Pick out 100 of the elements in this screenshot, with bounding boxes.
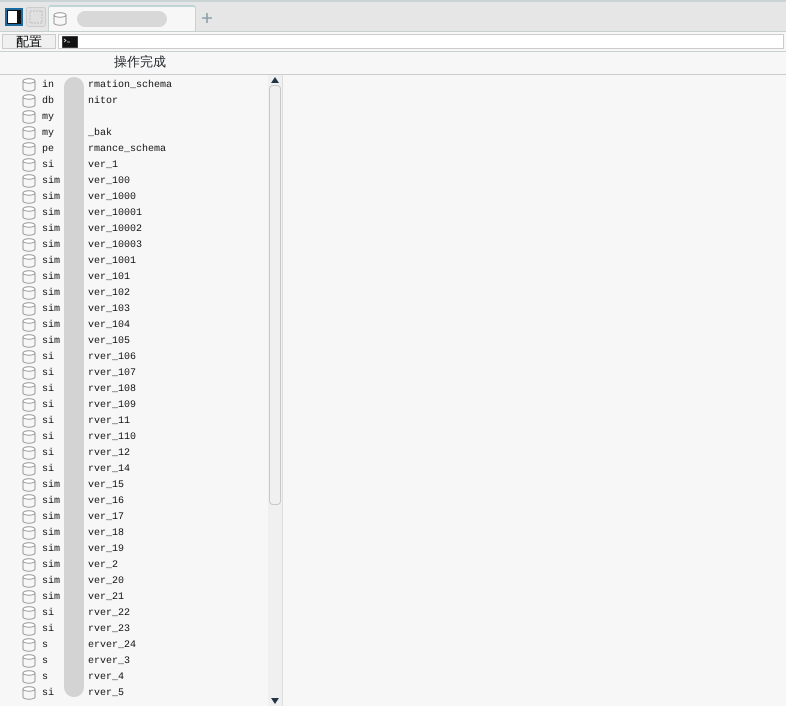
database-name[interactable]: sim [42,272,60,282]
database-name[interactable]: rver_107 [88,366,136,380]
database-name[interactable]: in [42,80,54,90]
database-name[interactable]: sim [42,320,60,330]
database-name[interactable]: si [42,160,54,170]
database-name[interactable]: ver_10001 [88,206,142,220]
database-icon [22,350,36,364]
database-name[interactable]: rver_12 [88,446,130,460]
database-name[interactable]: rmation_schema [88,78,172,92]
database-name[interactable]: ver_10002 [88,222,142,236]
database-icon [22,526,36,540]
database-name[interactable]: ver_101 [88,270,130,284]
database-name[interactable]: sim [42,208,60,218]
database-icon [22,126,36,140]
database-name[interactable]: sim [42,256,60,266]
database-name[interactable]: ver_1000 [88,190,136,204]
database-icon [22,606,36,620]
database-name[interactable]: si [42,400,54,410]
database-name[interactable]: ver_19 [88,542,124,556]
database-name[interactable]: sim [42,592,60,602]
database-name[interactable]: si [42,416,54,426]
database-name[interactable]: ver_102 [88,286,130,300]
database-name[interactable]: rver_11 [88,414,130,428]
database-name[interactable]: ver_104 [88,318,130,332]
database-icon [22,494,36,508]
database-name[interactable]: ver_103 [88,302,130,316]
database-name[interactable]: sim [42,512,60,522]
database-name[interactable]: si [42,352,54,362]
database-name[interactable]: s [42,640,48,650]
database-name[interactable]: si [42,624,54,634]
database-name[interactable]: rver_4 [88,670,124,684]
database-name[interactable]: ver_100 [88,174,130,188]
database-name[interactable]: erver_3 [88,654,130,668]
database-name[interactable]: si [42,464,54,474]
database-name[interactable]: sim [42,480,60,490]
database-icon [22,542,36,556]
database-name[interactable]: db [42,96,54,106]
database-icon [22,142,36,156]
database-name[interactable]: sim [42,224,60,234]
database-icon [22,206,36,220]
database-name[interactable]: si [42,608,54,618]
database-name[interactable]: sim [42,240,60,250]
database-name[interactable]: rver_106 [88,350,136,364]
database-name[interactable]: sim [42,496,60,506]
database-name[interactable]: erver_24 [88,638,136,652]
database-name[interactable]: si [42,432,54,442]
database-name[interactable]: sim [42,192,60,202]
database-name[interactable]: my [42,112,54,122]
database-name[interactable]: rver_110 [88,430,136,444]
database-name[interactable]: sim [42,528,60,538]
database-name[interactable]: sim [42,176,60,186]
database-icon [22,254,36,268]
database-name[interactable]: si [42,688,54,698]
database-name[interactable]: ver_17 [88,510,124,524]
database-name[interactable]: ver_1001 [88,254,136,268]
database-name[interactable]: rver_23 [88,622,130,636]
scroll-down-icon[interactable] [271,698,279,704]
database-name[interactable]: s [42,656,48,666]
panel-toggle-icon[interactable] [4,7,24,27]
database-name[interactable]: rver_109 [88,398,136,412]
database-name[interactable]: ver_2 [88,558,118,572]
database-name[interactable]: sim [42,544,60,554]
database-icon [22,382,36,396]
database-icon [22,222,36,236]
database-name[interactable]: sim [42,560,60,570]
database-name[interactable]: ver_105 [88,334,130,348]
database-name[interactable]: pe [42,144,54,154]
database-name[interactable]: si [42,384,54,394]
database-name[interactable]: rmance_schema [88,142,166,156]
database-name[interactable]: ver_10003 [88,238,142,252]
database-name[interactable]: si [42,368,54,378]
database-name[interactable]: rver_14 [88,462,130,476]
database-name[interactable]: _bak [88,126,112,140]
database-icon [22,334,36,348]
database-icon [22,174,36,188]
database-name[interactable]: ver_18 [88,526,124,540]
scroll-up-icon[interactable] [271,77,279,83]
document-tab[interactable] [48,5,196,31]
database-name[interactable]: ver_20 [88,574,124,588]
database-name[interactable]: sim [42,288,60,298]
database-name[interactable]: sim [42,336,60,346]
database-name[interactable]: my [42,128,54,138]
database-name[interactable]: sim [42,304,60,314]
database-name[interactable]: ver_21 [88,590,124,604]
database-name[interactable]: rver_22 [88,606,130,620]
database-name[interactable]: sim [42,576,60,586]
database-name[interactable]: rver_5 [88,686,124,700]
database-icon [22,158,36,172]
database-name[interactable]: si [42,448,54,458]
database-name[interactable]: ver_16 [88,494,124,508]
database-name[interactable]: rver_108 [88,382,136,396]
database-name[interactable]: s [42,672,48,682]
database-name[interactable]: nitor [88,94,118,108]
database-name[interactable]: ver_1 [88,158,118,172]
database-name[interactable]: ver_15 [88,478,124,492]
terminal-icon [62,36,78,48]
config-button[interactable]: 配置 [2,34,56,49]
database-icon [53,12,67,26]
database-icon [22,446,36,460]
database-icon [22,318,36,332]
